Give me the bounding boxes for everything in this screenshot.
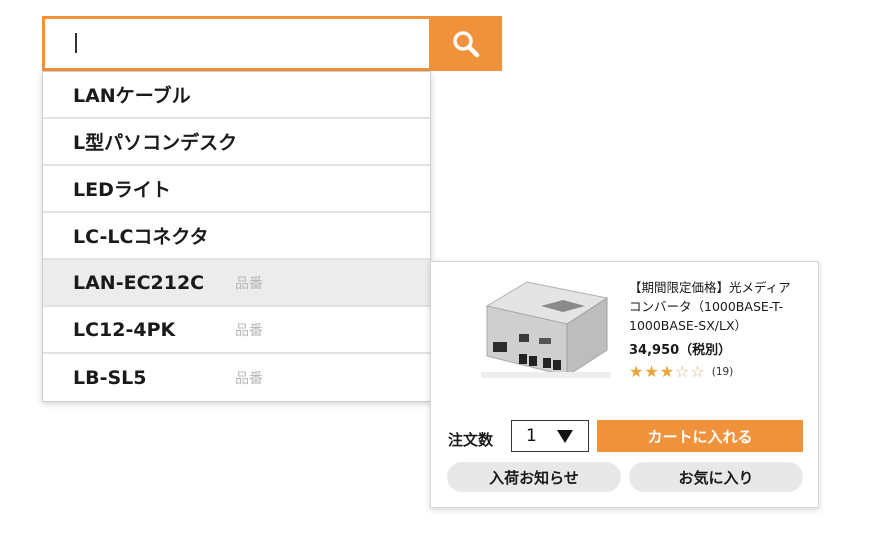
dropdown-triangle-icon [557, 430, 573, 443]
part-number-tag: 品番 [235, 322, 263, 339]
product-name-line: 1000BASE-SX/LX） [629, 318, 748, 333]
product-price: 34,950（税別） [629, 343, 732, 358]
suggestion-text: LC12-4PK [73, 318, 176, 341]
search-button[interactable] [430, 16, 502, 71]
search-icon [453, 30, 480, 57]
product-image[interactable] [467, 276, 613, 388]
add-to-cart-button[interactable]: カートに入れる [597, 420, 803, 452]
quantity-value: 1 [526, 426, 537, 446]
star-filled-icon: ★ [629, 362, 644, 381]
suggestion-item[interactable]: LB-SL5 品番 [43, 354, 430, 401]
suggestion-text: LANケーブル [73, 85, 191, 107]
suggestion-item-highlighted[interactable]: LAN-EC212C 品番 [43, 260, 430, 307]
quantity-label: 注文数 [448, 431, 494, 449]
part-number-tag: 品番 [235, 370, 263, 387]
suggestion-text: LEDライト [73, 179, 171, 201]
suggestion-item[interactable]: LEDライト [43, 166, 430, 213]
search-box[interactable] [42, 16, 432, 71]
star-filled-icon: ★ [659, 362, 675, 381]
suggestion-item[interactable]: LC-LCコネクタ [43, 213, 430, 260]
suggestion-dropdown: LANケーブル L型パソコンデスク LEDライト LC-LCコネクタ LAN-E… [42, 71, 431, 402]
quantity-select[interactable]: 1 [511, 420, 589, 452]
product-name-line: 【期間限定価格】光メディア [629, 280, 791, 295]
suggestion-item[interactable]: L型パソコンデスク [43, 119, 430, 166]
review-count[interactable]: (19) [712, 366, 734, 378]
search-input[interactable] [79, 29, 419, 59]
suggestion-item[interactable]: LANケーブル [43, 72, 430, 119]
suggestion-item[interactable]: LC12-4PK 品番 [43, 307, 430, 354]
product-preview-card: 【期間限定価格】光メディア コンバータ（1000BASE-T- 1000BASE… [430, 261, 819, 508]
suggestion-text: LB-SL5 [73, 366, 147, 389]
suggestion-text: LC-LCコネクタ [73, 226, 209, 248]
suggestion-text: L型パソコンデスク [73, 132, 238, 154]
product-name-line: コンバータ（1000BASE-T- [629, 299, 784, 314]
product-name[interactable]: 【期間限定価格】光メディア コンバータ（1000BASE-T- 1000BASE… [629, 278, 809, 335]
star-filled-icon: ★ [644, 362, 659, 381]
text-caret [75, 33, 77, 53]
star-empty-icon: ☆ [675, 362, 690, 381]
restock-notify-button[interactable]: 入荷お知らせ [447, 462, 621, 492]
favorite-button[interactable]: お気に入り [629, 462, 803, 492]
part-number-tag: 品番 [235, 275, 263, 292]
suggestion-text: LAN-EC212C [73, 271, 205, 294]
star-rating: ★ ★ ★ ☆ ☆ (19) [629, 364, 733, 380]
star-empty-icon: ☆ [690, 362, 705, 381]
